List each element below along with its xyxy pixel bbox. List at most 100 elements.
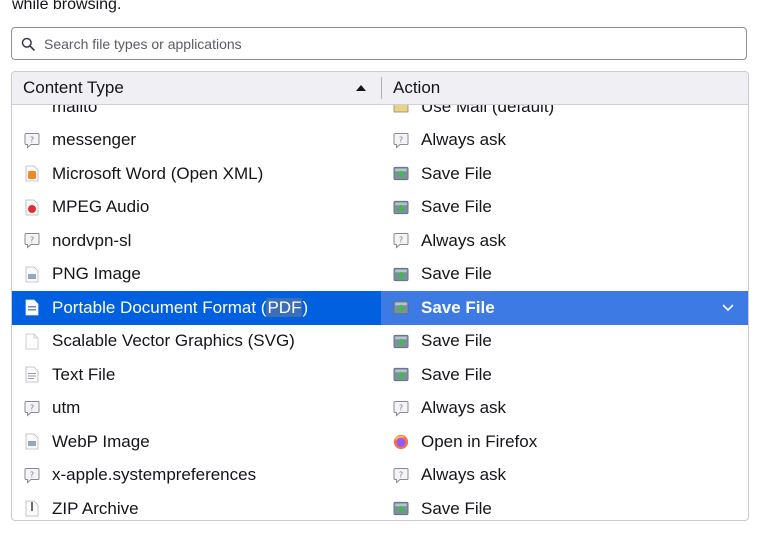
content-type-cell: ? messenger: [12, 124, 381, 158]
row-action-label: Always ask: [421, 230, 507, 250]
save-file-icon: [393, 366, 409, 384]
row-type-label: Scalable Vector Graphics (SVG): [52, 331, 295, 351]
row-action-label: Save File: [421, 197, 492, 217]
table-row[interactable]: MPEG Audio Save File: [12, 191, 748, 225]
search-highlight: PDF: [266, 297, 303, 317]
action-cell[interactable]: Save File: [381, 291, 748, 325]
content-type-cell: MPEG Audio: [12, 191, 381, 225]
document-orange-icon: [24, 165, 40, 183]
row-action-label: Save File: [421, 264, 492, 284]
svg-text:?: ?: [399, 236, 403, 245]
audio-file-icon: [24, 198, 40, 216]
action-cell[interactable]: Save File: [381, 191, 748, 225]
sort-ascending-icon: [356, 85, 366, 91]
row-action-label: Save File: [421, 163, 492, 183]
table-body[interactable]: mailto Use Mail (default) ? messenger ? …: [12, 105, 748, 520]
zip-file-icon: [24, 500, 40, 518]
table-row[interactable]: WebP Image Open in Firefox: [12, 425, 748, 459]
firefox-icon: [393, 433, 409, 451]
action-cell[interactable]: Save File: [381, 492, 748, 520]
row-type-label: Portable Document Format (PDF): [52, 297, 309, 317]
row-type-label: x-apple.systempreferences: [52, 465, 257, 485]
action-cell[interactable]: Save File: [381, 358, 748, 392]
row-type-label: Text File: [52, 364, 116, 384]
row-type-label: ZIP Archive: [52, 498, 139, 518]
row-action-label: Always ask: [421, 130, 507, 150]
table-row[interactable]: Microsoft Word (Open XML) Save File: [12, 157, 748, 191]
svg-text:?: ?: [30, 236, 34, 245]
intro-text: while browsing.: [12, 0, 122, 13]
row-action-label: Save File: [421, 364, 492, 384]
action-cell[interactable]: ? Always ask: [381, 459, 748, 493]
row-type-label: MPEG Audio: [52, 197, 150, 217]
save-file-icon: [393, 265, 409, 283]
action-cell[interactable]: Save File: [381, 325, 748, 359]
action-cell[interactable]: Open in Firefox: [381, 425, 748, 459]
content-type-column-header[interactable]: Content Type: [12, 72, 381, 104]
chat-icon: ?: [24, 466, 40, 484]
table-row[interactable]: Portable Document Format (PDF) Save File: [12, 291, 748, 325]
svg-text:?: ?: [30, 470, 34, 479]
content-type-cell: ? utm: [12, 392, 381, 426]
save-file-icon: [393, 500, 409, 518]
search-input[interactable]: [42, 34, 746, 53]
svg-text:?: ?: [30, 403, 34, 412]
table-row[interactable]: ? x-apple.systempreferences ? Always ask: [12, 459, 748, 493]
content-type-cell: WebP Image: [12, 425, 381, 459]
action-cell[interactable]: Save File: [381, 258, 748, 292]
image-file-icon: [24, 433, 40, 451]
chat-icon: ?: [393, 466, 409, 484]
save-file-icon: [393, 299, 409, 317]
content-type-table: Content Type Action mailto Use Mail (def…: [11, 71, 749, 521]
blank-file-icon: [24, 332, 40, 350]
table-row[interactable]: ZIP Archive Save File: [12, 492, 748, 520]
table-header: Content Type Action: [12, 72, 748, 105]
content-type-cell: ? x-apple.systempreferences: [12, 459, 381, 493]
content-type-cell: ? nordvpn-sl: [12, 224, 381, 258]
action-cell[interactable]: ? Always ask: [381, 224, 748, 258]
chat-icon: ?: [24, 131, 40, 149]
chevron-down-icon[interactable]: [722, 304, 734, 312]
row-action-label: Save File: [421, 297, 495, 317]
save-file-icon: [393, 332, 409, 350]
table-row[interactable]: ? messenger ? Always ask: [12, 124, 748, 158]
chat-icon: ?: [393, 399, 409, 417]
pdf-file-icon: [24, 299, 40, 317]
image-file-icon: [24, 265, 40, 283]
row-type-label: WebP Image: [52, 431, 150, 451]
row-type-label: messenger: [52, 130, 137, 150]
content-type-cell: Portable Document Format (PDF): [12, 291, 381, 325]
table-row[interactable]: Scalable Vector Graphics (SVG) Save File: [12, 325, 748, 359]
table-row[interactable]: ? nordvpn-sl ? Always ask: [12, 224, 748, 258]
chat-icon: ?: [393, 232, 409, 250]
row-action-label: Always ask: [421, 465, 507, 485]
mail-file-icon: [24, 105, 40, 116]
table-row[interactable]: PNG Image Save File: [12, 258, 748, 292]
content-type-cell: Microsoft Word (Open XML): [12, 157, 381, 191]
content-type-cell: PNG Image: [12, 258, 381, 292]
action-cell[interactable]: Save File: [381, 157, 748, 191]
search-box[interactable]: [11, 27, 747, 60]
row-type-label: utm: [52, 398, 81, 418]
text-file-icon: [24, 366, 40, 384]
save-file-icon: [393, 165, 409, 183]
row-action-label: Save File: [421, 331, 492, 351]
svg-text:?: ?: [399, 135, 403, 144]
row-action-label: Open in Firefox: [421, 431, 538, 451]
content-type-cell: ZIP Archive: [12, 492, 381, 520]
svg-text:?: ?: [399, 470, 403, 479]
svg-text:?: ?: [399, 403, 403, 412]
action-cell[interactable]: ? Always ask: [381, 392, 748, 426]
search-icon: [21, 37, 35, 51]
content-type-cell: Text File: [12, 358, 381, 392]
content-type-cell: Scalable Vector Graphics (SVG): [12, 325, 381, 359]
chat-icon: ?: [24, 232, 40, 250]
chat-icon: ?: [24, 399, 40, 417]
table-row[interactable]: Text File Save File: [12, 358, 748, 392]
action-cell[interactable]: ? Always ask: [381, 124, 748, 158]
svg-text:?: ?: [30, 135, 34, 144]
table-row[interactable]: ? utm ? Always ask: [12, 392, 748, 426]
action-column-header[interactable]: Action: [382, 78, 440, 98]
table-row[interactable]: mailto Use Mail (default): [12, 105, 748, 124]
row-action-label: Always ask: [421, 398, 507, 418]
